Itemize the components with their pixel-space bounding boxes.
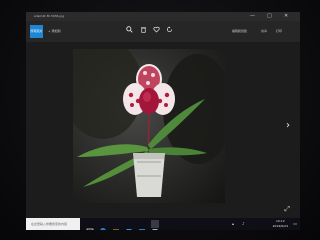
maximize-button[interactable]: □ [267, 12, 272, 21]
expand-icon[interactable]: ⤢ [284, 205, 290, 214]
store-icon[interactable] [125, 220, 133, 230]
notification-icon[interactable]: ▭ [293, 221, 297, 226]
zoom-icon[interactable] [126, 26, 133, 37]
photos-app-icon[interactable] [151, 220, 159, 230]
edit-create-button[interactable]: 编辑和创建 [232, 26, 247, 36]
file-explorer-icon[interactable] [112, 220, 120, 230]
mail-icon[interactable] [138, 220, 146, 230]
all-photos-button[interactable]: 所有照片 [30, 25, 43, 38]
taskbar-clock[interactable]: 10:12 2019/6/24 [273, 219, 288, 229]
share-button[interactable]: 共享 [261, 26, 267, 36]
edge-browser-icon[interactable] [99, 220, 107, 230]
favorite-icon[interactable] [153, 26, 160, 37]
photo-viewer: › ⤢ [26, 42, 300, 218]
close-button[interactable]: ✕ [284, 12, 288, 21]
volume-icon[interactable]: ♪ [242, 221, 245, 226]
taskbar: 在这里输入你要搜索的内容 ▴ ♪ 10:12 2019/6/24 ▭ [26, 218, 300, 230]
add-to-button[interactable]: + 添加到 [48, 25, 60, 38]
orchid-photo [73, 49, 225, 203]
next-photo-arrow[interactable]: › [286, 120, 290, 132]
toolbar: 所有照片 + 添加到 编辑和创建 共享 打印 [26, 21, 300, 42]
delete-icon[interactable] [140, 26, 147, 37]
minimize-button[interactable]: — [250, 12, 255, 21]
taskbar-search-input[interactable]: 在这里输入你要搜索的内容 [26, 218, 80, 230]
title-bar: sdam4k Br.3936.jpg — □ ✕ [26, 12, 300, 21]
network-icon[interactable]: ▴ [232, 221, 234, 226]
window-title: sdam4k Br.3936.jpg [34, 14, 65, 18]
orchid-illustration [73, 49, 225, 197]
clock-date: 2019/6/24 [272, 224, 288, 228]
print-button[interactable]: 打印 [276, 26, 282, 36]
monitor-screen: sdam4k Br.3936.jpg — □ ✕ 所有照片 + 添加到 编辑和创… [26, 12, 300, 230]
rotate-icon[interactable] [166, 26, 173, 37]
task-view-icon[interactable] [86, 220, 94, 230]
